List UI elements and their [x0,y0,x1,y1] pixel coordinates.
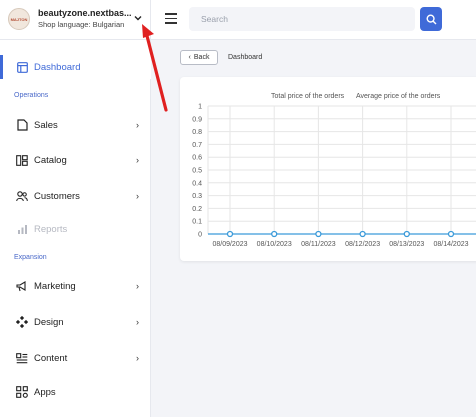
store-logo: MAJTON [8,8,30,30]
sidebar-item-label: Dashboard [34,61,81,73]
apps-icon [16,386,28,398]
marketing-icon [16,280,28,292]
data-point [271,230,278,238]
data-point [447,230,455,238]
data-point [315,230,322,238]
search-input[interactable]: Search [189,7,415,31]
dashboard-icon [16,61,28,73]
y-tick-label: 0.1 [192,219,202,226]
annotation-arrow [142,24,168,112]
customers-icon [16,190,28,202]
chevron-right-icon: › [136,281,139,291]
section-title-operations: Operations [14,92,49,99]
sidebar-item-marketing[interactable]: Marketing › [0,274,151,298]
y-tick-label: 0.6 [192,155,202,162]
sidebar-item-label: Marketing [34,280,76,292]
store-name: beautyzone.nextbas... [38,8,132,18]
sales-icon [16,119,28,131]
y-tick-label: 1 [198,104,202,111]
sidebar-item-label: Sales [34,119,58,131]
y-tick-label: 0 [198,232,202,239]
sidebar-item-customers[interactable]: Customers › [0,184,151,208]
reports-icon [16,223,28,235]
sidebar: MAJTON beautyzone.nextbas... Shop langua… [0,0,151,417]
chevron-right-icon: › [136,120,139,130]
data-point [359,230,366,238]
x-tick-label: 08/11/2023 [301,241,336,248]
sidebar-item-label: Catalog [34,154,67,166]
top-bar: Search [151,0,476,40]
store-switcher[interactable]: MAJTON beautyzone.nextbas... Shop langua… [0,0,151,40]
y-tick-label: 0.3 [192,193,202,200]
sidebar-item-sales[interactable]: Sales › [0,113,151,137]
y-tick-label: 0.9 [192,116,202,123]
back-button[interactable]: ‹ Back [180,50,218,65]
x-tick-label: 08/13/2023 [389,241,424,248]
breadcrumb: Dashboard [228,54,263,61]
chevron-right-icon: › [136,317,139,327]
data-point [226,230,234,238]
sidebar-item-label: Customers [34,190,80,202]
sidebar-item-dashboard[interactable]: Dashboard [0,55,151,79]
search-button[interactable] [420,7,442,31]
y-tick-label: 0.5 [192,168,202,175]
y-tick-label: 0.2 [192,206,202,213]
sidebar-item-apps[interactable]: Apps [0,380,151,404]
design-icon [16,316,28,328]
chevron-left-icon: ‹ [188,54,191,61]
sidebar-item-content[interactable]: Content › [0,346,151,370]
chevron-right-icon: › [136,191,139,201]
catalog-icon [16,154,28,166]
sidebar-item-label: Reports [34,223,68,235]
y-tick-label: 0.7 [192,142,202,149]
y-tick-label: 0.4 [192,180,202,187]
sidebar-item-label: Apps [34,386,56,398]
x-tick-label: 08/09/2023 [212,241,247,248]
sidebar-item-reports: Reports [0,217,151,241]
orders-line-chart: Total price of the orders Average price o… [192,93,476,248]
search-placeholder: Search [201,14,228,24]
sidebar-item-design[interactable]: Design › [0,310,151,334]
y-tick-label: 0.8 [192,129,202,136]
active-indicator [0,55,3,79]
search-icon [425,13,436,24]
content-icon [16,352,28,364]
chevron-right-icon: › [136,155,139,165]
sidebar-item-catalog[interactable]: Catalog › [0,148,151,172]
x-tick-label: 08/12/2023 [345,241,380,248]
sidebar-item-label: Content [34,352,68,364]
data-point [403,230,410,238]
x-tick-label: 08/14/2023 [433,241,468,248]
section-title-expansion: Expansion [14,254,47,261]
legend-average-price: Average price of the orders [356,93,441,100]
orders-chart-card: Total price of the orders Average price o… [180,77,476,261]
x-tick-label: 08/10/2023 [257,241,292,248]
back-label: Back [193,54,210,61]
legend-total-price: Total price of the orders [271,93,345,100]
store-language: Shop language: Bulgarian [38,20,125,29]
sidebar-item-label: Design [34,316,64,328]
chevron-right-icon: › [136,353,139,363]
